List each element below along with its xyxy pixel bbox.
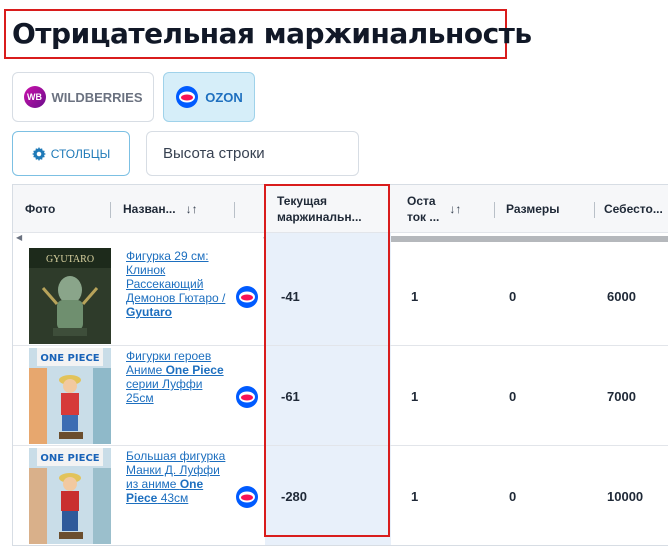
row-height-select[interactable]: Высота строки (146, 131, 359, 176)
product-name-link[interactable]: Фигурки героев Аниме One Piece серии Луф… (126, 349, 226, 405)
sizes-value: 0 (509, 389, 517, 404)
product-name-link[interactable]: Большая фигурка Манки Д. Луффи из аниме … (126, 449, 226, 505)
page-title: Отрицательная маржинальность (12, 17, 532, 50)
product-photo[interactable]: GYUTARO (29, 248, 111, 344)
svg-text:ONE PIECE: ONE PIECE (40, 453, 99, 464)
header-stock[interactable]: Оста ток ... ↓↑ (407, 185, 495, 233)
wildberries-button[interactable]: WB WILDBERRIES (12, 72, 154, 122)
ozon-icon (236, 286, 258, 308)
wildberries-logo-icon: WB (23, 86, 46, 108)
svg-text:ONE PIECE: ONE PIECE (40, 353, 99, 364)
sort-icon[interactable]: ↓↑ (186, 202, 198, 216)
columns-button[interactable]: СТОЛБЦЫ (12, 131, 130, 176)
columns-label: СТОЛБЦЫ (50, 146, 111, 161)
cost-value: 10000 (607, 489, 644, 504)
header-name[interactable]: Назван... ↓↑ (123, 185, 235, 233)
stock-value: 1 (411, 289, 419, 304)
stock-value: 1 (411, 389, 419, 404)
product-photo[interactable]: ONE PIECE (29, 348, 111, 444)
ozon-label: OZON (205, 89, 243, 105)
ozon-button[interactable]: OZON (163, 72, 255, 122)
product-name-link[interactable]: Фигурка 29 см: Клинок Рассекающий Демоно… (126, 249, 226, 319)
header-sizes[interactable]: Размеры (506, 185, 595, 233)
ozon-icon (236, 386, 258, 408)
margin-column-highlight-box (264, 184, 390, 537)
cost-value: 7000 (607, 389, 636, 404)
scroll-left-arrow-icon[interactable]: ◀ (16, 233, 22, 242)
header-photo[interactable]: Фото (25, 185, 111, 233)
header-marketplace (235, 185, 265, 233)
sizes-value: 0 (509, 289, 517, 304)
ozon-icon (236, 486, 258, 508)
header-cost[interactable]: Себесто... (604, 185, 668, 233)
cost-value: 6000 (607, 289, 636, 304)
svg-text:GYUTARO: GYUTARO (46, 254, 94, 265)
ozon-logo-icon (176, 86, 199, 108)
stock-value: 1 (411, 489, 419, 504)
sort-icon[interactable]: ↓↑ (449, 202, 461, 216)
gear-icon (31, 146, 46, 161)
wildberries-label: WILDBERRIES (51, 89, 143, 105)
sizes-value: 0 (509, 489, 517, 504)
product-photo[interactable]: ONE PIECE (29, 448, 111, 544)
